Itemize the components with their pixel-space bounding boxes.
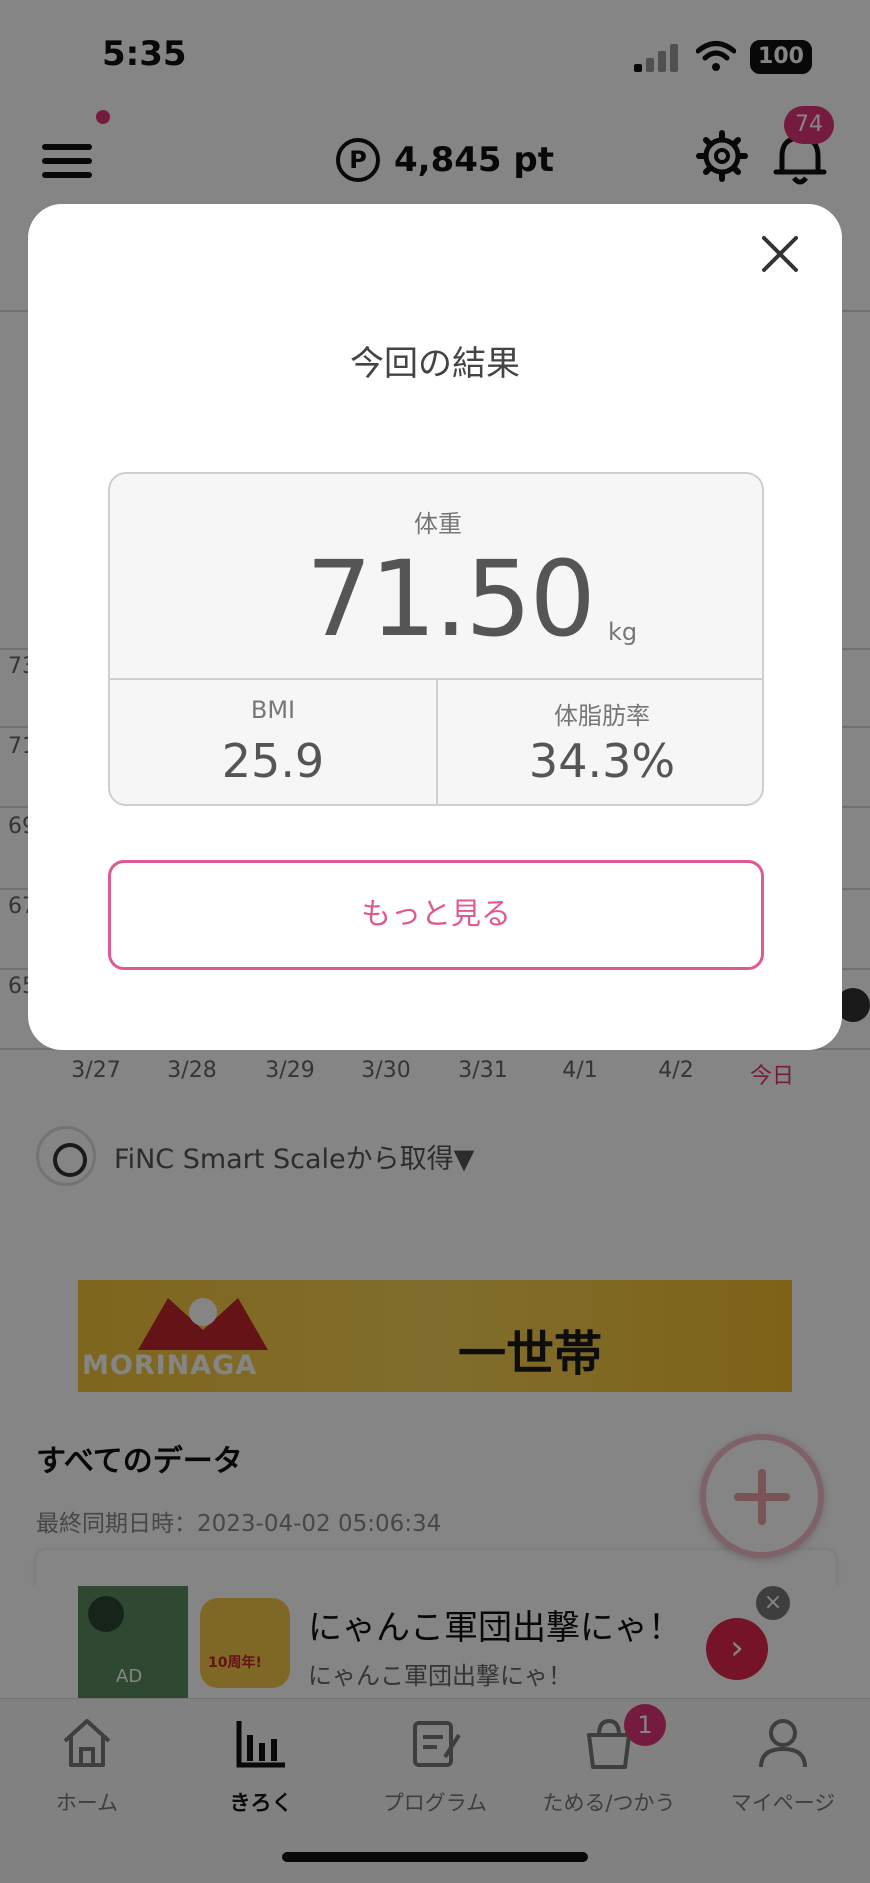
result-modal: 今回の結果 体重 71.50 kg BMI 25.9 体脂肪率 34.3% もっ…	[28, 204, 842, 1050]
bmi-value: 25.9	[221, 734, 325, 788]
body-fat-label: 体脂肪率	[554, 702, 650, 730]
body-fat-value: 34.3%	[528, 734, 676, 788]
weight-label: 体重	[414, 510, 462, 538]
close-icon[interactable]	[758, 232, 802, 276]
see-more-button[interactable]: もっと見る	[108, 860, 764, 970]
weight-value: 71.50	[306, 538, 596, 660]
weight-unit: kg	[608, 618, 638, 646]
bmi-label: BMI	[250, 696, 296, 724]
modal-title: 今回の結果	[350, 344, 520, 384]
result-card: 体重 71.50 kg BMI 25.9 体脂肪率 34.3%	[108, 472, 764, 806]
